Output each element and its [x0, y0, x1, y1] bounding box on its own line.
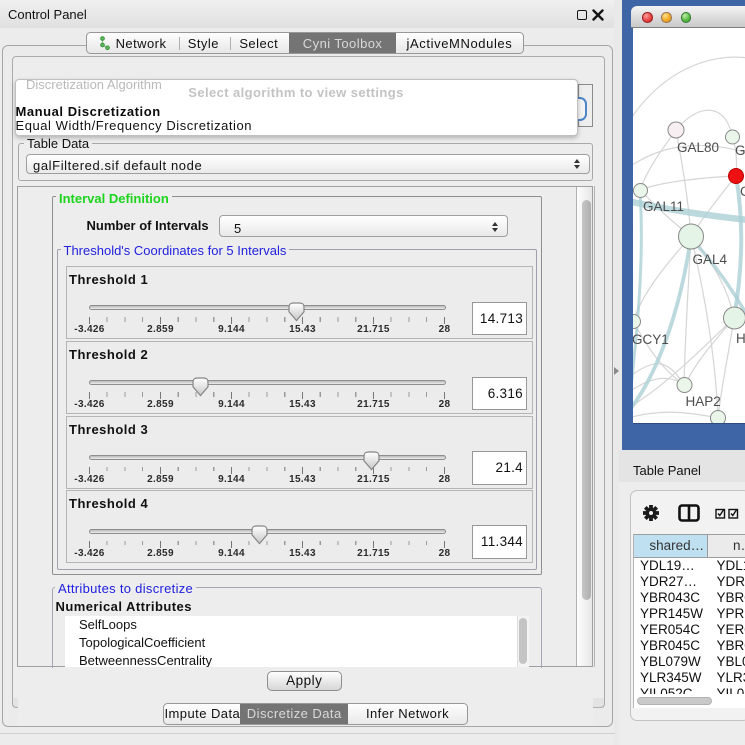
- svg-text:GAL80: GAL80: [677, 140, 719, 155]
- svg-text:GCY1: GCY1: [633, 332, 669, 347]
- svg-text:GA: GA: [735, 143, 745, 158]
- svg-text:C: C: [740, 184, 745, 199]
- svg-text:GAL11: GAL11: [643, 199, 684, 214]
- svg-text:H: H: [736, 331, 745, 346]
- svg-text:HAP2: HAP2: [686, 394, 721, 409]
- svg-text:GAL4: GAL4: [693, 252, 728, 267]
